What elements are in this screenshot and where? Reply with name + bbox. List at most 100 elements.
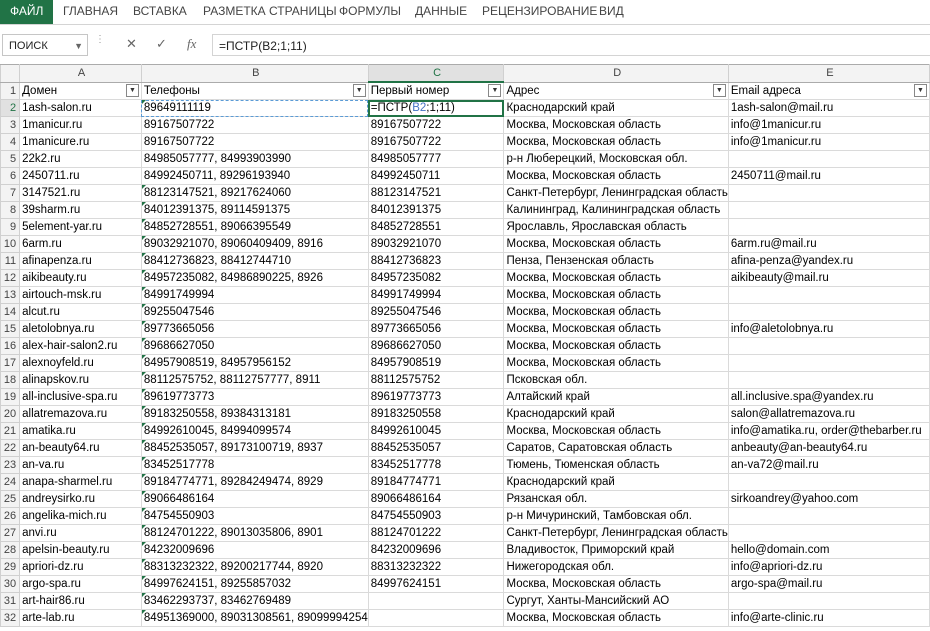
error-indicator-icon[interactable] bbox=[142, 236, 146, 240]
row-header[interactable]: 23 bbox=[0, 456, 21, 474]
row-header[interactable]: 17 bbox=[0, 354, 21, 372]
cell[interactable]: amatika.ru bbox=[19, 422, 142, 440]
cell[interactable]: Москва, Московская область bbox=[503, 116, 729, 134]
cell[interactable]: 3147521.ru bbox=[19, 184, 142, 202]
cell[interactable] bbox=[727, 286, 930, 304]
cell[interactable]: 84232009696 bbox=[140, 541, 369, 559]
row-header[interactable]: 29 bbox=[0, 558, 21, 576]
cell[interactable]: Саратов, Саратовская область bbox=[503, 439, 729, 457]
cell[interactable]: 88412736823, 88412744710 bbox=[140, 252, 369, 270]
cell[interactable]: Краснодарский край bbox=[503, 99, 729, 117]
cell[interactable]: 1ash-salon.ru bbox=[19, 99, 142, 117]
cell[interactable]: 1manicure.ru bbox=[19, 133, 142, 151]
cell[interactable]: 84991749994 bbox=[140, 286, 369, 304]
cell[interactable] bbox=[727, 473, 930, 491]
cell[interactable]: an-va.ru bbox=[19, 456, 142, 474]
cell[interactable]: Калининград, Калининградская область bbox=[503, 201, 729, 219]
cell[interactable] bbox=[727, 592, 930, 610]
cell[interactable]: 89686627050 bbox=[140, 337, 369, 355]
cell[interactable]: 84852728551, 89066395549 bbox=[140, 218, 369, 236]
cell[interactable]: angelika-mich.ru bbox=[19, 507, 142, 525]
error-indicator-icon[interactable] bbox=[142, 610, 146, 614]
formula-input[interactable]: =ПСТР(B2;1;11) bbox=[212, 34, 930, 56]
error-indicator-icon[interactable] bbox=[142, 270, 146, 274]
cell[interactable]: Москва, Московская область bbox=[503, 320, 729, 338]
cell[interactable]: all.inclusive.spa@yandex.ru bbox=[727, 388, 930, 406]
tab-view[interactable]: ВИД bbox=[599, 0, 624, 24]
cell[interactable] bbox=[367, 609, 505, 627]
cell[interactable]: anbeauty@an-beauty64.ru bbox=[727, 439, 930, 457]
cell[interactable]: info@apriori-dz.ru bbox=[727, 558, 930, 576]
error-indicator-icon[interactable] bbox=[142, 491, 146, 495]
header-cell[interactable]: Домен ▼ bbox=[19, 81, 142, 100]
header-cell[interactable]: Телефоны ▼ bbox=[140, 81, 369, 100]
row-header[interactable]: 32 bbox=[0, 609, 21, 627]
cell[interactable]: afina-penza@yandex.ru bbox=[727, 252, 930, 270]
cell[interactable]: apelsin-beauty.ru bbox=[19, 541, 142, 559]
filter-dropdown-icon[interactable]: ▼ bbox=[914, 83, 927, 97]
tab-formulas[interactable]: ФОРМУЛЫ bbox=[339, 0, 401, 24]
error-indicator-icon[interactable] bbox=[142, 542, 146, 546]
row-header[interactable]: 10 bbox=[0, 235, 21, 253]
cell[interactable]: Рязанская обл. bbox=[503, 490, 729, 508]
cell[interactable]: 84957235082, 84986890225, 8926 bbox=[140, 269, 369, 287]
cell[interactable] bbox=[727, 184, 930, 202]
cell[interactable]: salon@allatremazova.ru bbox=[727, 405, 930, 423]
row-header[interactable]: 8 bbox=[0, 201, 21, 219]
cell[interactable]: allatremazova.ru bbox=[19, 405, 142, 423]
cell[interactable]: 39sharm.ru bbox=[19, 201, 142, 219]
error-indicator-icon[interactable] bbox=[142, 457, 146, 461]
cell[interactable]: 88313232322 bbox=[367, 558, 505, 576]
cell[interactable]: 84992450711, 89296193940 bbox=[140, 167, 369, 185]
cell[interactable]: 88124701222 bbox=[367, 524, 505, 542]
cell[interactable]: 89619773773 bbox=[140, 388, 369, 406]
cell[interactable] bbox=[727, 371, 930, 389]
error-indicator-icon[interactable] bbox=[142, 474, 146, 478]
tab-page-layout[interactable]: РАЗМЕТКА СТРАНИЦЫ bbox=[203, 0, 337, 24]
cell[interactable]: 89773665056 bbox=[367, 320, 505, 338]
tab-review[interactable]: РЕЦЕНЗИРОВАНИЕ bbox=[482, 0, 597, 24]
cell[interactable]: 89773665056 bbox=[140, 320, 369, 338]
error-indicator-icon[interactable] bbox=[142, 576, 146, 580]
error-indicator-icon[interactable] bbox=[142, 406, 146, 410]
cell[interactable]: Москва, Московская область bbox=[503, 235, 729, 253]
cell[interactable]: 84852728551 bbox=[367, 218, 505, 236]
cell[interactable]: Псковская обл. bbox=[503, 371, 729, 389]
row-header[interactable]: 5 bbox=[0, 150, 21, 168]
cell[interactable]: anapa-sharmel.ru bbox=[19, 473, 142, 491]
cell[interactable]: 89183250558, 89384313181 bbox=[140, 405, 369, 423]
error-indicator-icon[interactable] bbox=[142, 593, 146, 597]
error-indicator-icon[interactable] bbox=[142, 372, 146, 376]
confirm-icon[interactable]: ✓ bbox=[156, 36, 167, 52]
cell[interactable]: aikibeauty@mail.ru bbox=[727, 269, 930, 287]
cell[interactable] bbox=[727, 507, 930, 525]
cell[interactable]: apriori-dz.ru bbox=[19, 558, 142, 576]
cell[interactable]: 88112575752, 88112757777, 8911 bbox=[140, 371, 369, 389]
cell[interactable]: 84985057777, 84993903990 bbox=[140, 150, 369, 168]
row-header[interactable]: 28 bbox=[0, 541, 21, 559]
error-indicator-icon[interactable] bbox=[142, 338, 146, 342]
filter-dropdown-icon[interactable]: ▼ bbox=[125, 83, 139, 97]
error-indicator-icon[interactable] bbox=[142, 508, 146, 512]
error-indicator-icon[interactable] bbox=[142, 423, 146, 427]
filter-dropdown-icon[interactable]: ▼ bbox=[712, 83, 726, 97]
cell[interactable]: 2450711@mail.ru bbox=[727, 167, 930, 185]
cell[interactable]: 88124701222, 89013035806, 8901 bbox=[140, 524, 369, 542]
cancel-icon[interactable]: ✕ bbox=[126, 36, 137, 52]
cell[interactable]: info@1manicur.ru bbox=[727, 116, 930, 134]
cell[interactable]: afinapenza.ru bbox=[19, 252, 142, 270]
cell[interactable]: Москва, Московская область bbox=[503, 337, 729, 355]
cell[interactable] bbox=[727, 524, 930, 542]
cell[interactable]: 84012391375, 89114591375 bbox=[140, 201, 369, 219]
cell[interactable]: Владивосток, Приморский край bbox=[503, 541, 729, 559]
cell[interactable]: 84992610045, 84994099574 bbox=[140, 422, 369, 440]
error-indicator-icon[interactable] bbox=[142, 304, 146, 308]
cell[interactable]: 89032921070 bbox=[367, 235, 505, 253]
cell[interactable]: 88112575752 bbox=[367, 371, 505, 389]
cell[interactable]: Сургут, Ханты-Мансийский АО bbox=[503, 592, 729, 610]
error-indicator-icon[interactable] bbox=[142, 440, 146, 444]
cell[interactable]: art-hair86.ru bbox=[19, 592, 142, 610]
cell[interactable]: 5element-yar.ru bbox=[19, 218, 142, 236]
cell[interactable]: alinapskov.ru bbox=[19, 371, 142, 389]
column-header-e[interactable]: E bbox=[727, 64, 930, 83]
